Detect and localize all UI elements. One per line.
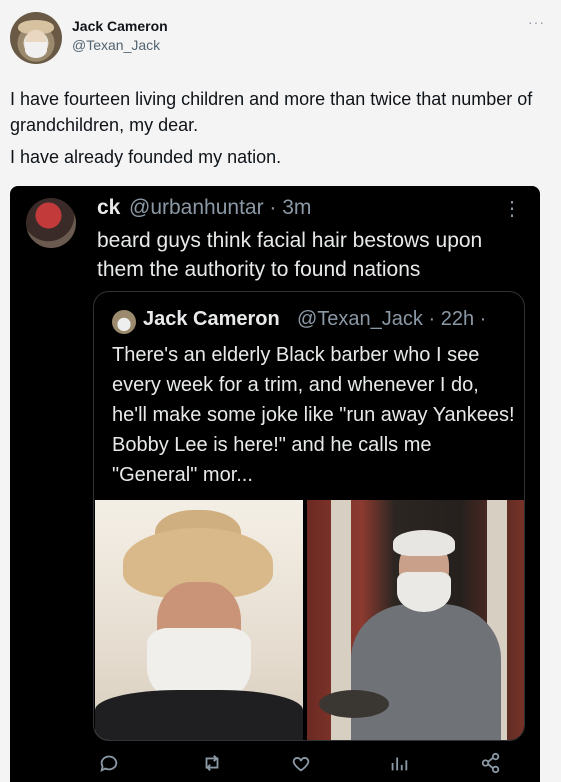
photo-general-portrait[interactable] [307, 500, 524, 740]
quoted-avatar[interactable] [26, 198, 76, 248]
tweet-text-line-2: I have already founded my nation. [10, 147, 282, 167]
inner-text: There's an elderly Black barber who I se… [112, 344, 515, 486]
quoted-more-icon[interactable]: ⋮ [502, 196, 522, 221]
inner-avatar [112, 310, 136, 334]
tweet-header: Jack Cameron @Texan_Jack ··· [10, 8, 551, 64]
share-icon[interactable] [480, 752, 510, 782]
inner-display-name[interactable]: Jack Cameron [143, 308, 280, 331]
author-display-name[interactable]: Jack Cameron [72, 18, 168, 34]
quoted-display-name[interactable]: ck [97, 196, 120, 220]
quoted-text: beard guys think facial hair bestows upo… [97, 229, 483, 281]
action-bar [10, 748, 540, 782]
views-icon[interactable] [388, 752, 418, 782]
quote-tweet-card[interactable]: ck @urbanhuntar · 3m ⋮ beard guys think … [10, 186, 540, 782]
retweet-icon[interactable] [201, 752, 231, 782]
tweet-text-line-1: I have fourteen living children and more… [10, 89, 533, 135]
more-options-icon[interactable]: ··· [528, 14, 545, 30]
author-handle[interactable]: @Texan_Jack [72, 37, 160, 53]
quoted-handle-time[interactable]: @urbanhuntar · 3m [129, 196, 311, 220]
avatar[interactable] [10, 12, 62, 64]
reply-icon[interactable] [98, 752, 128, 782]
photo-cowboy[interactable] [95, 500, 303, 740]
inner-quoted-card[interactable]: Jack Cameron @Texan_Jack · 22h · There's… [93, 291, 525, 741]
like-icon[interactable] [290, 752, 320, 782]
inner-handle-time[interactable]: @Texan_Jack · 22h · [297, 308, 486, 331]
